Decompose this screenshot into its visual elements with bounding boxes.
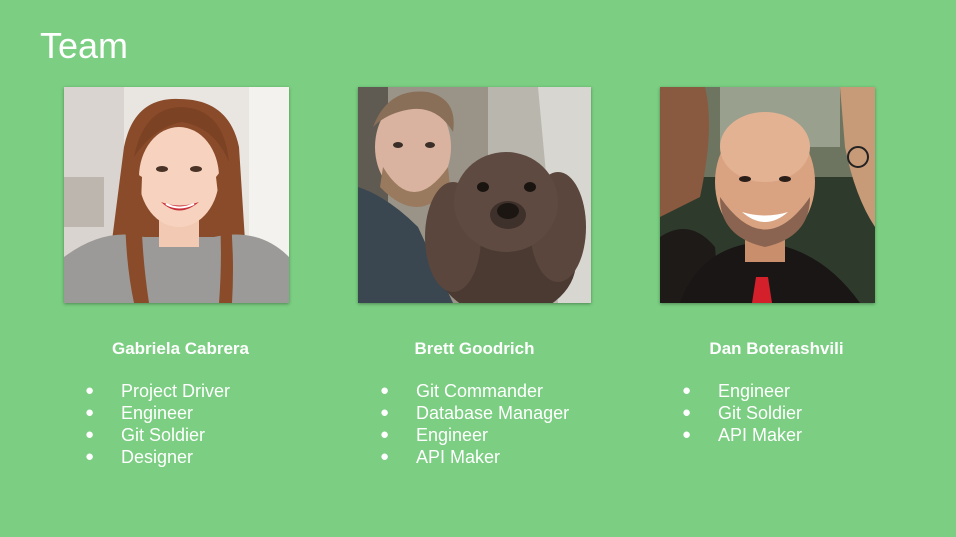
portrait-photo-icon	[660, 87, 875, 303]
member-name-dan: Dan Boterashvili	[709, 339, 844, 358]
member-roles-gabriela: ● Project Driver ● Engineer ● Git Soldier ●…	[85, 380, 230, 468]
bullet-icon: ●	[380, 448, 390, 465]
list-item: ● API Maker	[380, 447, 501, 467]
bullet-icon: ●	[85, 448, 95, 465]
member-roles-brett: ● Git Commander ● Database Manager ● Engine…	[380, 380, 569, 468]
member-photo-gabriela	[64, 87, 289, 303]
bullet-icon: ●	[380, 382, 390, 399]
bullet-icon: ●	[85, 426, 95, 443]
list-item: ● API Maker	[682, 425, 803, 445]
list-item: ● Database Manager	[380, 403, 570, 423]
list-item: ● Engineer	[682, 381, 791, 401]
member-roles-dan: ● Engineer ● Git Soldier ● API Maker	[682, 380, 802, 446]
bullet-icon: ●	[682, 404, 692, 421]
member-photo-dan	[660, 87, 875, 303]
list-item: ● Engineer	[380, 425, 489, 445]
bullet-icon: ●	[682, 382, 692, 399]
list-item: ● Project Driver	[85, 381, 231, 401]
bullet-icon: ●	[85, 382, 95, 399]
list-item: ● Engineer	[85, 403, 194, 423]
bullet-icon: ●	[380, 404, 390, 421]
list-item: ● Git Commander	[380, 381, 544, 401]
list-item: ● Git Soldier	[85, 425, 206, 445]
member-name-gabriela: Gabriela Cabrera	[111, 339, 249, 358]
list-item: ● Designer	[85, 447, 194, 467]
bullet-icon: ●	[682, 426, 692, 443]
slide-title: Team	[40, 25, 129, 66]
bullet-icon: ●	[85, 404, 95, 421]
portrait-with-dog-photo-icon	[358, 87, 591, 303]
portrait-photo-icon	[64, 87, 289, 303]
member-name-brett: Brett Goodrich	[414, 339, 535, 358]
list-item: ● Git Soldier	[682, 403, 803, 423]
member-photo-brett	[358, 87, 591, 303]
slide: Team Gabriela Cabrera ● Project Driver ●…	[0, 0, 956, 537]
bullet-icon: ●	[380, 426, 390, 443]
